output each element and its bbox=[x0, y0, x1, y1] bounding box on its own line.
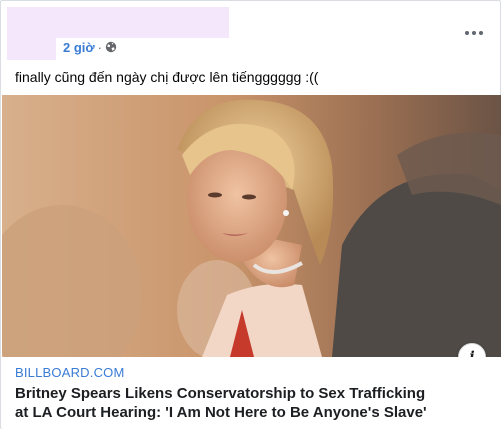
meta-separator: · bbox=[97, 39, 102, 55]
link-preview-caption[interactable]: BILLBOARD.COM Britney Spears Likens Cons… bbox=[2, 357, 501, 429]
link-domain: BILLBOARD.COM bbox=[15, 365, 125, 380]
more-horizontal-icon bbox=[465, 31, 469, 35]
post-card: 2 giờ · finally cũng đến ngày chị được l… bbox=[0, 0, 501, 429]
globe-icon[interactable] bbox=[105, 41, 117, 53]
more-options-button[interactable] bbox=[462, 25, 486, 41]
post-text: finally cũng đến ngày chị được lên tiếng… bbox=[15, 69, 319, 85]
more-horizontal-icon bbox=[472, 31, 476, 35]
link-preview-image[interactable] bbox=[2, 95, 501, 357]
redacted-author-name bbox=[7, 7, 229, 38]
post-timestamp[interactable]: 2 giờ bbox=[63, 40, 95, 55]
redacted-avatar bbox=[7, 38, 56, 60]
link-title[interactable]: Britney Spears Likens Conservatorship to… bbox=[15, 384, 441, 422]
more-horizontal-icon bbox=[479, 31, 483, 35]
post-meta: 2 giờ · bbox=[63, 38, 117, 56]
